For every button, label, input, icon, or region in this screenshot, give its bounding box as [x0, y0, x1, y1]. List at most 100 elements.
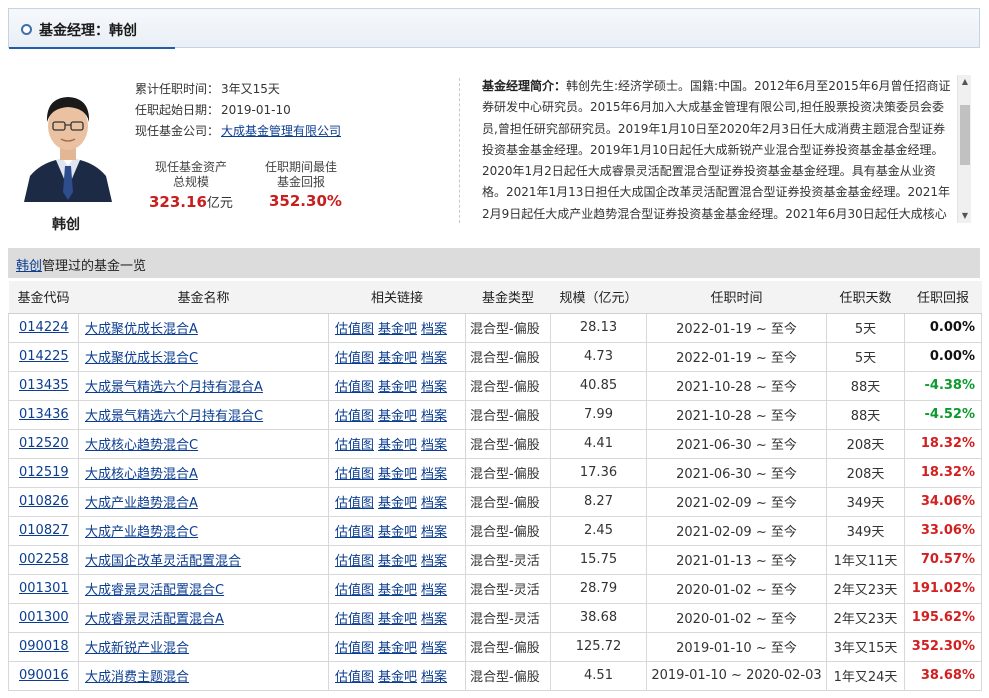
fund-code-link[interactable]: 001300 [19, 610, 69, 625]
fund-profile-link[interactable]: 档案 [421, 670, 447, 685]
fund-name-link[interactable]: 大成睿景灵活配置混合C [85, 583, 224, 598]
valuation-chart-link[interactable]: 估值图 [335, 438, 374, 453]
fund-forum-link[interactable]: 基金吧 [378, 525, 417, 540]
fund-profile-link[interactable]: 档案 [421, 612, 447, 627]
valuation-chart-link[interactable]: 估值图 [335, 583, 374, 598]
bio-label: 基金经理简介： [482, 79, 567, 93]
fund-forum-link[interactable]: 基金吧 [378, 583, 417, 598]
fund-forum-link[interactable]: 基金吧 [378, 409, 417, 424]
fund-code-link[interactable]: 010826 [19, 494, 69, 509]
valuation-chart-link[interactable]: 估值图 [335, 467, 374, 482]
scroll-down-arrow-icon[interactable]: ▼ [958, 210, 972, 222]
fund-code-link[interactable]: 010827 [19, 523, 69, 538]
fund-code-link[interactable]: 012519 [19, 465, 69, 480]
fund-forum-link[interactable]: 基金吧 [378, 496, 417, 511]
fund-scale-cell: 4.41 [550, 428, 647, 459]
tenure-period-cell: 2021-10-28 ~ 至今 [646, 370, 827, 401]
tenure-days-cell: 5天 [826, 312, 905, 343]
fund-name-link[interactable]: 大成景气精选六个月持有混合A [85, 380, 263, 395]
scroll-up-arrow-icon[interactable]: ▲ [958, 76, 972, 88]
fund-profile-link[interactable]: 档案 [421, 554, 447, 569]
fund-profile-link[interactable]: 档案 [421, 380, 447, 395]
fund-code-link[interactable]: 090018 [19, 639, 69, 654]
page-title: 基金经理：韩创 [39, 23, 137, 39]
valuation-chart-link[interactable]: 估值图 [335, 351, 374, 366]
fund-type-cell: 混合型-灵活 [465, 544, 551, 575]
fund-code-link[interactable]: 002258 [19, 552, 69, 567]
fund-forum-link[interactable]: 基金吧 [378, 351, 417, 366]
aum-label: 现任基金资产 总规模 [146, 160, 236, 190]
fund-code-link[interactable]: 013435 [19, 378, 69, 393]
tenure-period-cell: 2022-01-19 ~ 至今 [646, 312, 827, 343]
fund-name-link[interactable]: 大成核心趋势混合C [85, 438, 198, 453]
valuation-chart-link[interactable]: 估值图 [335, 641, 374, 656]
fund-name-link[interactable]: 大成聚优成长混合C [85, 351, 198, 366]
fund-name-cell: 大成核心趋势混合C [78, 428, 329, 459]
valuation-chart-link[interactable]: 估值图 [335, 409, 374, 424]
bio-text-box: 基金经理简介：韩创先生:经济学硕士。国籍:中国。2012年6月至2015年6月曾… [482, 76, 956, 224]
fund-profile-link[interactable]: 档案 [421, 322, 447, 337]
fund-name-link[interactable]: 大成新锐产业混合 [85, 641, 189, 656]
fund-profile-link[interactable]: 档案 [421, 409, 447, 424]
fund-code-link[interactable]: 013436 [19, 407, 69, 422]
table-row: 002258 大成国企改革灵活配置混合 估值图 基金吧 档案 混合型-灵活 15.75 202… [8, 544, 982, 575]
fund-name-link[interactable]: 大成消费主题混合 [85, 670, 189, 685]
fund-name-link[interactable]: 大成聚优成长混合A [85, 322, 198, 337]
tenure-days-cell: 88天 [826, 399, 905, 430]
fund-forum-link[interactable]: 基金吧 [378, 322, 417, 337]
fund-profile-link[interactable]: 档案 [421, 496, 447, 511]
fund-forum-link[interactable]: 基金吧 [378, 670, 417, 685]
fund-code-link[interactable]: 014225 [19, 349, 69, 364]
fund-code-link[interactable]: 090016 [19, 668, 69, 683]
fund-name-link[interactable]: 大成产业趋势混合A [85, 496, 198, 511]
valuation-chart-link[interactable]: 估值图 [335, 380, 374, 395]
fund-forum-link[interactable]: 基金吧 [378, 438, 417, 453]
fund-forum-link[interactable]: 基金吧 [378, 612, 417, 627]
table-header-row: 基金代码 基金名称 相关链接 基金类型 规模（亿元） 任职时间 任职天数 任职回… [8, 281, 982, 314]
fund-type-cell: 混合型-偏股 [465, 312, 551, 343]
fund-code-link[interactable]: 014224 [19, 320, 69, 335]
fund-code-link[interactable]: 012520 [19, 436, 69, 451]
fund-name-link[interactable]: 大成产业趋势混合C [85, 525, 198, 540]
fund-code-cell: 090016 [8, 660, 79, 691]
related-links-cell: 估值图 基金吧 档案 [328, 573, 466, 604]
manager-name-link[interactable]: 韩创 [16, 259, 42, 274]
fund-forum-link[interactable]: 基金吧 [378, 554, 417, 569]
tenure-period-cell: 2021-10-28 ~ 至今 [646, 399, 827, 430]
fund-forum-link[interactable]: 基金吧 [378, 467, 417, 482]
valuation-chart-link[interactable]: 估值图 [335, 612, 374, 627]
table-row: 014224 大成聚优成长混合A 估值图 基金吧 档案 混合型-偏股 28.13 2022-0… [8, 312, 982, 343]
valuation-chart-link[interactable]: 估值图 [335, 670, 374, 685]
fund-code-link[interactable]: 001301 [19, 581, 69, 596]
fund-name-link[interactable]: 大成国企改革灵活配置混合 [85, 554, 241, 569]
valuation-chart-link[interactable]: 估值图 [335, 525, 374, 540]
tenure-return-cell: 195.62% [904, 602, 982, 633]
fund-forum-link[interactable]: 基金吧 [378, 380, 417, 395]
fund-profile-link[interactable]: 档案 [421, 525, 447, 540]
fund-forum-link[interactable]: 基金吧 [378, 641, 417, 656]
fund-name-link[interactable]: 大成景气精选六个月持有混合C [85, 409, 263, 424]
company-link[interactable]: 大成基金管理有限公司 [221, 124, 341, 138]
bio-scrollbar[interactable]: ▲ ▼ [957, 75, 971, 223]
valuation-chart-link[interactable]: 估值图 [335, 496, 374, 511]
fund-scale-cell: 28.13 [550, 312, 647, 343]
fund-profile-link[interactable]: 档案 [421, 467, 447, 482]
fund-profile-link[interactable]: 档案 [421, 351, 447, 366]
fund-profile-link[interactable]: 档案 [421, 641, 447, 656]
manager-photo [18, 80, 118, 202]
fund-code-cell: 014224 [8, 312, 79, 343]
related-links-cell: 估值图 基金吧 档案 [328, 370, 466, 401]
best-return-value: 352.30% [269, 192, 342, 210]
fund-name-link[interactable]: 大成核心趋势混合A [85, 467, 198, 482]
section-title: 韩创管理过的基金一览 [16, 255, 146, 274]
fund-profile-link[interactable]: 档案 [421, 438, 447, 453]
valuation-chart-link[interactable]: 估值图 [335, 554, 374, 569]
scroll-thumb[interactable] [960, 105, 970, 165]
fund-name-cell: 大成睿景灵活配置混合A [78, 602, 329, 633]
fund-scale-cell: 8.27 [550, 486, 647, 517]
tenure-days-cell: 349天 [826, 515, 905, 546]
fund-type-cell: 混合型-灵活 [465, 602, 551, 633]
valuation-chart-link[interactable]: 估值图 [335, 322, 374, 337]
fund-profile-link[interactable]: 档案 [421, 583, 447, 598]
fund-name-link[interactable]: 大成睿景灵活配置混合A [85, 612, 224, 627]
